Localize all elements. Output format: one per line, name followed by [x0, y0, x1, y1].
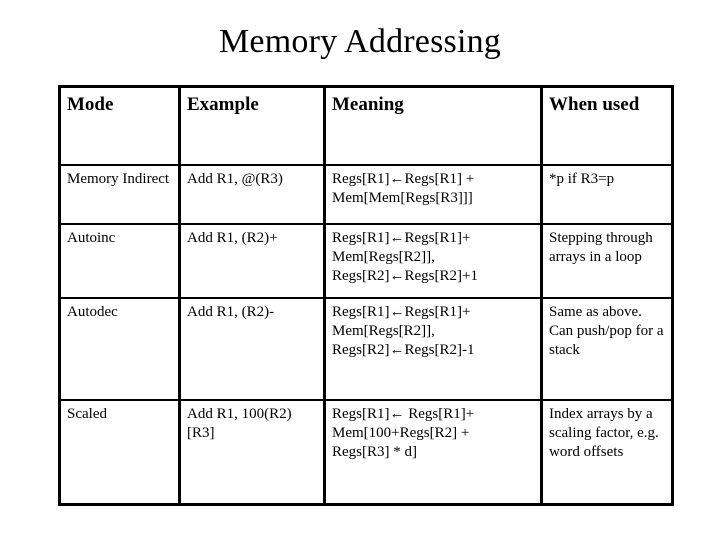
cell-when-used: Same as above. Can push/pop for a stack	[540, 296, 674, 401]
meaning-line: Regs[R1]←Regs[R1]+	[332, 229, 471, 246]
table-row: Memory Indirect Add R1, @(R3) Regs[R1]←R…	[58, 163, 674, 225]
cell-meaning: Regs[R1]←Regs[R1]+ Mem[Regs[R2]], Regs[R…	[323, 296, 543, 401]
meaning-line: Mem[Regs[R2]],	[332, 322, 435, 339]
meaning-line: Mem[100+Regs[R2] +	[332, 424, 470, 441]
memory-addressing-table: Mode Example Meaning When used Memory In…	[58, 85, 674, 506]
cell-mode: Autoinc	[58, 222, 181, 299]
memory-addressing-table-wrapper: Mode Example Meaning When used Memory In…	[58, 85, 674, 506]
table-header: Mode Example Meaning When used	[58, 85, 674, 166]
meaning-line: Regs[R1]←Regs[R1]+	[332, 303, 471, 320]
table-row: Autoinc Add R1, (R2)+ Regs[R1]←Regs[R1]+…	[58, 222, 674, 299]
meaning-line: Regs[R1]← Regs[R1]+	[332, 405, 475, 422]
page-title: Memory Addressing	[219, 23, 501, 60]
meaning-line: Regs[R3] * d]	[332, 443, 417, 460]
meaning-line: Regs[R2]←Regs[R2]+1	[332, 267, 478, 284]
cell-mode: Memory Indirect	[58, 163, 181, 225]
meaning-line: Mem[Mem[Regs[R3]]]	[332, 189, 473, 206]
table-row: Scaled Add R1, 100(R2)[R3] Regs[R1]← Reg…	[58, 398, 674, 506]
cell-meaning: Regs[R1]←Regs[R1]+ Mem[Regs[R2]], Regs[R…	[323, 222, 543, 299]
cell-example: Add R1, 100(R2)[R3]	[178, 398, 326, 506]
meaning-line: Regs[R2]←Regs[R2]-1	[332, 341, 475, 358]
column-header-example: Example	[178, 85, 326, 166]
cell-example: Add R1, @(R3)	[178, 163, 326, 225]
column-header-when-used: When used	[540, 85, 674, 166]
cell-mode: Autodec	[58, 296, 181, 401]
cell-when-used: Stepping through arrays in a loop	[540, 222, 674, 299]
column-header-meaning: Meaning	[323, 85, 543, 166]
cell-when-used: Index arrays by a scaling factor, e.g. w…	[540, 398, 674, 506]
table-row: Autodec Add R1, (R2)- Regs[R1]←Regs[R1]+…	[58, 296, 674, 401]
cell-example: Add R1, (R2)-	[178, 296, 326, 401]
cell-meaning: Regs[R1]← Regs[R1]+ Mem[100+Regs[R2] + R…	[323, 398, 543, 506]
table-body: Memory Indirect Add R1, @(R3) Regs[R1]←R…	[58, 163, 674, 506]
cell-when-used: *p if R3=p	[540, 163, 674, 225]
table-header-row: Mode Example Meaning When used	[58, 85, 674, 166]
cell-mode: Scaled	[58, 398, 181, 506]
column-header-mode: Mode	[58, 85, 181, 166]
meaning-line: Mem[Regs[R2]],	[332, 248, 435, 265]
slide: Memory Addressing Mode Example Meaning W…	[0, 0, 720, 540]
cell-example: Add R1, (R2)+	[178, 222, 326, 299]
meaning-line: Regs[R1]←Regs[R1] +	[332, 170, 475, 187]
cell-meaning: Regs[R1]←Regs[R1] + Mem[Mem[Regs[R3]]]	[323, 163, 543, 225]
